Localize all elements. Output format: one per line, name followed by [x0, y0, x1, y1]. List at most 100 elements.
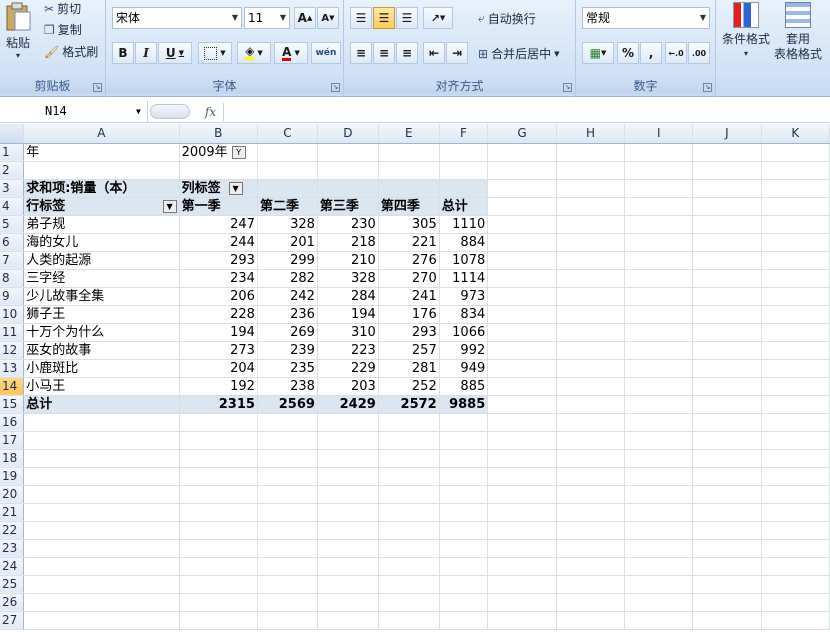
cell-j4[interactable] — [692, 197, 762, 216]
cell-c22[interactable] — [257, 521, 318, 540]
cell-a24[interactable] — [23, 557, 180, 576]
cell-g12[interactable] — [487, 341, 557, 360]
row-header[interactable]: 27 — [0, 611, 25, 630]
cell-e18[interactable] — [378, 449, 440, 468]
fill-color-button[interactable]: ◈ ▼ — [237, 42, 271, 64]
cell-b20[interactable] — [179, 485, 258, 504]
cell-h11[interactable] — [556, 323, 626, 342]
cell-f1[interactable] — [439, 143, 489, 162]
column-header-j[interactable]: J — [692, 124, 762, 144]
cell-d25[interactable] — [317, 575, 379, 594]
cell-g16[interactable] — [487, 413, 557, 432]
cell-k23[interactable] — [761, 539, 830, 558]
border-button[interactable]: ▼ — [198, 42, 232, 64]
cell-f11[interactable]: 1066 — [439, 323, 489, 342]
cell-i9[interactable] — [624, 287, 694, 306]
cell-h4[interactable] — [556, 197, 626, 216]
spreadsheet-grid[interactable]: ABCDEFGHIJK 1 年 2009年 Y 2 3 求和项:销量（本） 列标签 ▼ 4 行标签 ▼… — [0, 124, 830, 632]
column-header-a[interactable]: A — [23, 124, 180, 144]
column-header-b[interactable]: B — [179, 124, 258, 144]
cell-g3[interactable] — [487, 179, 557, 198]
row-header[interactable]: 9 — [0, 287, 25, 306]
cell-f3[interactable] — [439, 179, 489, 198]
cell-a18[interactable] — [23, 449, 180, 468]
cell-j23[interactable] — [692, 539, 762, 558]
cell-k21[interactable] — [761, 503, 830, 522]
cell-c6[interactable]: 201 — [257, 233, 318, 252]
cell-j17[interactable] — [692, 431, 762, 450]
cell-f26[interactable] — [439, 593, 489, 612]
cell-k7[interactable] — [761, 251, 830, 270]
cell-i2[interactable] — [624, 161, 694, 180]
cell-e4[interactable]: 第四季 — [378, 197, 440, 216]
cell-j25[interactable] — [692, 575, 762, 594]
number-format-box[interactable]: 常规 ▼ — [582, 7, 710, 29]
cell-e11[interactable]: 293 — [378, 323, 440, 342]
cell-a21[interactable] — [23, 503, 180, 522]
cell-h13[interactable] — [556, 359, 626, 378]
cell-d10[interactable]: 194 — [317, 305, 379, 324]
chevron-down-icon[interactable]: ▼ — [697, 8, 709, 28]
row-header[interactable]: 26 — [0, 593, 25, 612]
cell-j5[interactable] — [692, 215, 762, 234]
cell-c14[interactable]: 238 — [257, 377, 318, 396]
cell-i24[interactable] — [624, 557, 694, 576]
align-left-button[interactable]: ≡ — [350, 42, 372, 64]
cell-i1[interactable] — [624, 143, 694, 162]
cell-g22[interactable] — [487, 521, 557, 540]
cell-j14[interactable] — [692, 377, 762, 396]
cell-f21[interactable] — [439, 503, 489, 522]
cell-i19[interactable] — [624, 467, 694, 486]
cell-j24[interactable] — [692, 557, 762, 576]
cell-f27[interactable] — [439, 611, 489, 630]
cell-k25[interactable] — [761, 575, 830, 594]
cell-g17[interactable] — [487, 431, 557, 450]
column-header-k[interactable]: K — [761, 124, 830, 144]
merge-center-button[interactable]: ⊞ 合并后居中 ▼ — [478, 45, 559, 62]
cell-a3[interactable]: 求和项:销量（本） — [23, 179, 180, 198]
cell-j27[interactable] — [692, 611, 762, 630]
dialog-launcher-icon[interactable]: ↘ — [331, 83, 340, 92]
cell-j18[interactable] — [692, 449, 762, 468]
cell-g27[interactable] — [487, 611, 557, 630]
cell-a2[interactable] — [23, 161, 180, 180]
cell-a25[interactable] — [23, 575, 180, 594]
cell-c16[interactable] — [257, 413, 318, 432]
percent-button[interactable]: % — [617, 42, 639, 64]
cell-a27[interactable] — [23, 611, 180, 630]
cell-b10[interactable]: 228 — [179, 305, 258, 324]
cell-d16[interactable] — [317, 413, 379, 432]
cell-f18[interactable] — [439, 449, 489, 468]
cell-c20[interactable] — [257, 485, 318, 504]
cell-c8[interactable]: 282 — [257, 269, 318, 288]
cell-a16[interactable] — [23, 413, 180, 432]
cell-h27[interactable] — [556, 611, 626, 630]
cell-a23[interactable] — [23, 539, 180, 558]
cell-c1[interactable] — [257, 143, 318, 162]
cell-j20[interactable] — [692, 485, 762, 504]
cell-f10[interactable]: 834 — [439, 305, 489, 324]
cell-f4[interactable]: 总计 — [439, 197, 489, 216]
cell-h24[interactable] — [556, 557, 626, 576]
cell-a17[interactable] — [23, 431, 180, 450]
cell-g1[interactable] — [487, 143, 557, 162]
cell-i5[interactable] — [624, 215, 694, 234]
cell-j6[interactable] — [692, 233, 762, 252]
cell-a19[interactable] — [23, 467, 180, 486]
cell-e17[interactable] — [378, 431, 440, 450]
cell-g5[interactable] — [487, 215, 557, 234]
shrink-font-button[interactable]: A ▼ — [317, 7, 339, 29]
cell-b3[interactable]: 列标签 ▼ — [179, 179, 258, 198]
font-size-box[interactable]: 11 ▼ — [244, 7, 290, 29]
cell-k1[interactable] — [761, 143, 830, 162]
cell-h20[interactable] — [556, 485, 626, 504]
cell-g4[interactable] — [487, 197, 557, 216]
cell-d20[interactable] — [317, 485, 379, 504]
cell-e9[interactable]: 241 — [378, 287, 440, 306]
cell-e10[interactable]: 176 — [378, 305, 440, 324]
cell-a12[interactable]: 巫女的故事 — [23, 341, 180, 360]
cell-b2[interactable] — [179, 161, 258, 180]
cell-i23[interactable] — [624, 539, 694, 558]
row-header[interactable]: 2 — [0, 161, 25, 180]
cell-e25[interactable] — [378, 575, 440, 594]
